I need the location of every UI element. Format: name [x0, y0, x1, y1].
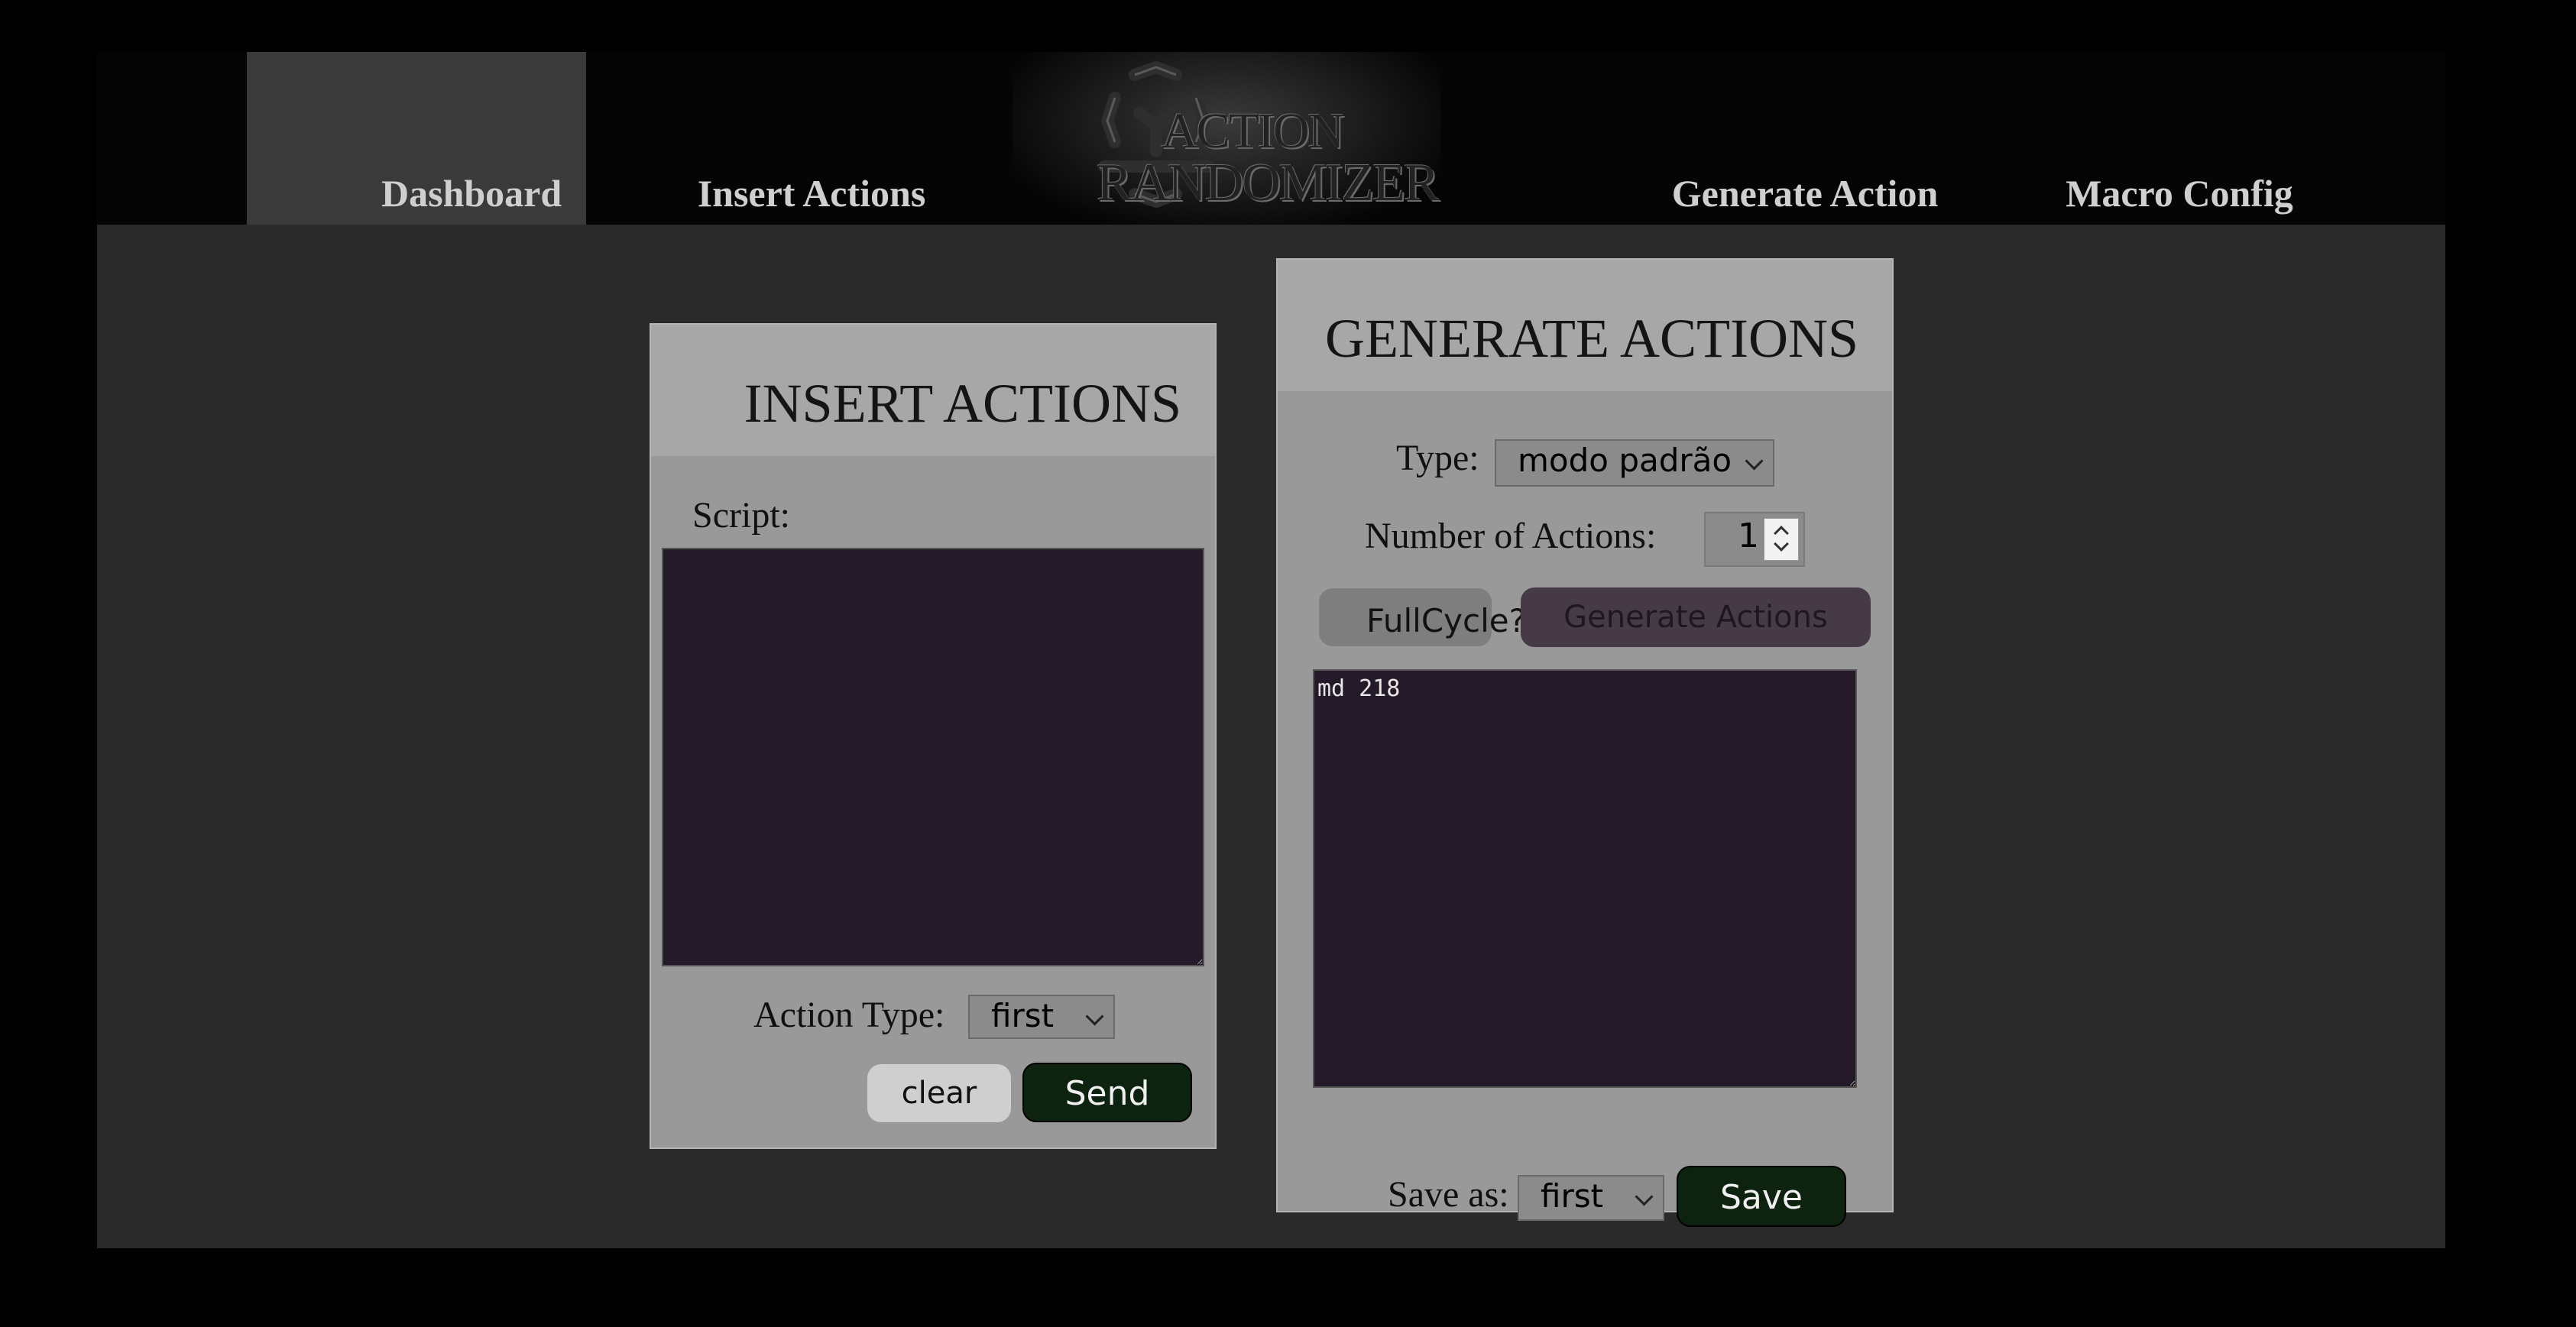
number-of-actions-value: 1 [1738, 516, 1759, 555]
type-label: Type: [1396, 438, 1479, 478]
save-as-label: Save as: [1388, 1174, 1509, 1215]
action-type-label: Action Type: [753, 995, 945, 1035]
app-container: Dashboard Insert Actions ACTION RANDOMIZ… [97, 52, 2445, 1248]
script-textarea[interactable] [662, 548, 1204, 966]
generated-output-textarea[interactable]: md 218 [1313, 669, 1857, 1088]
chevron-down-icon [1745, 452, 1764, 471]
insert-actions-card: INSERT ACTIONS Script: Action Type: firs… [650, 323, 1217, 1149]
type-value: modo padrão [1518, 442, 1732, 479]
nav-dashboard[interactable]: Dashboard [247, 52, 586, 225]
logo: ACTION RANDOMIZER [1013, 52, 1440, 225]
logo-text-randomizer: RANDOMIZER [1097, 154, 1440, 212]
action-type-select[interactable]: first [968, 995, 1115, 1039]
type-select[interactable]: modo padrão [1495, 439, 1774, 487]
fullcycle-label: FullCycle? [1366, 602, 1526, 639]
generate-actions-header: GENERATE ACTIONS [1278, 260, 1892, 391]
send-button[interactable]: Send [1022, 1063, 1192, 1122]
number-of-actions-label: Number of Actions: [1365, 516, 1657, 556]
generate-actions-card: GENERATE ACTIONS Type: modo padrão Numbe… [1276, 258, 1894, 1227]
number-of-actions-stepper[interactable]: 1 [1704, 512, 1805, 567]
spinner-arrows-icon[interactable] [1764, 518, 1799, 561]
chevron-down-icon [1635, 1187, 1654, 1206]
navbar: Dashboard Insert Actions ACTION RANDOMIZ… [97, 52, 2445, 225]
nav-macro-config-label: Macro Config [2066, 172, 2293, 215]
nav-dashboard-label: Dashboard [381, 172, 562, 215]
script-label: Script: [692, 495, 790, 536]
insert-actions-title: INSERT ACTIONS [744, 373, 1181, 434]
fullcycle-toggle[interactable]: FullCycle? [1319, 588, 1526, 646]
clear-button[interactable]: clear [867, 1064, 1011, 1122]
nav-insert-actions-label: Insert Actions [697, 172, 926, 215]
action-type-value: first [991, 997, 1055, 1034]
insert-actions-header: INSERT ACTIONS [651, 325, 1215, 456]
nav-macro-config[interactable]: Macro Config [2030, 52, 2328, 225]
nav-generate-action-label: Generate Action [1671, 172, 1939, 215]
save-button[interactable]: Save [1677, 1166, 1846, 1227]
save-as-select[interactable]: first [1518, 1175, 1664, 1221]
chevron-down-icon [1085, 1007, 1104, 1026]
save-as-value: first [1541, 1177, 1604, 1215]
nav-insert-actions[interactable]: Insert Actions [670, 52, 953, 225]
logo-text-action: ACTION [1162, 103, 1344, 159]
generate-actions-title: GENERATE ACTIONS [1325, 308, 1858, 369]
generate-actions-button[interactable]: Generate Actions [1521, 587, 1871, 647]
nav-generate-action[interactable]: Generate Action [1652, 52, 1958, 225]
